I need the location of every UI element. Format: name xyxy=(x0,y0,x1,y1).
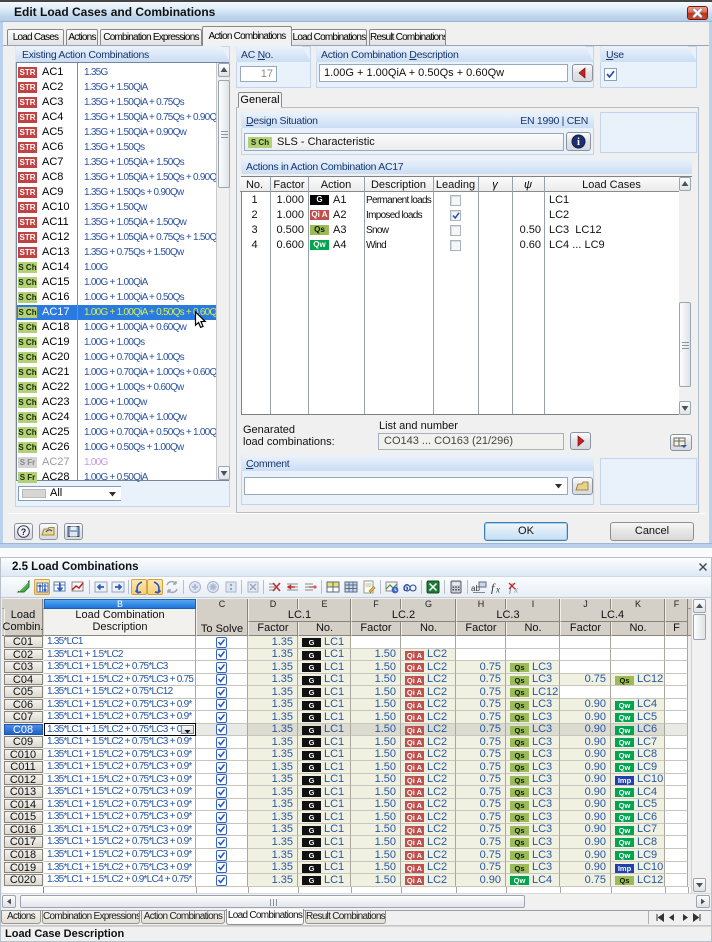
svg-text:x: x xyxy=(495,585,500,595)
svg-text:?: ? xyxy=(21,527,27,537)
svg-text:i: i xyxy=(577,137,580,148)
svg-text:x: x xyxy=(513,585,518,595)
